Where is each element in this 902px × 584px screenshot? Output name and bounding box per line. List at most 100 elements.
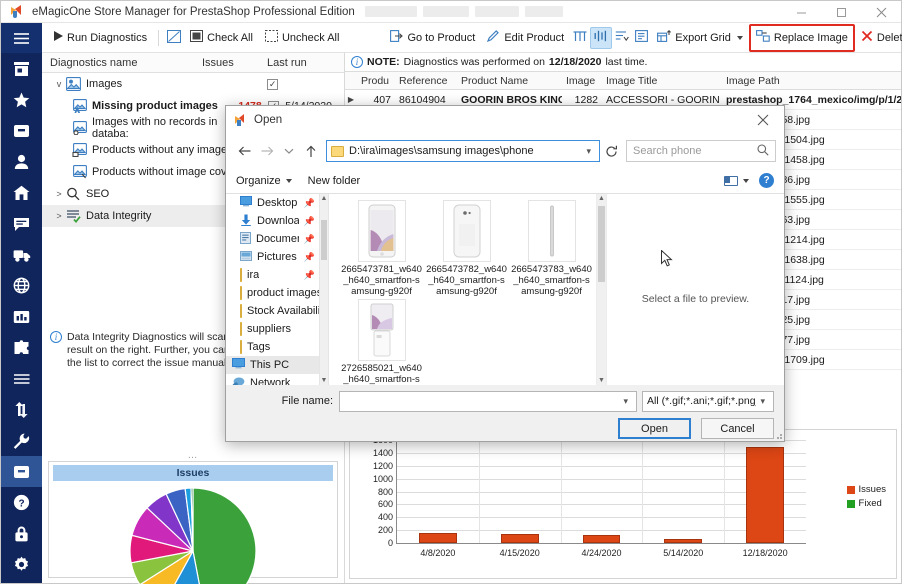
rail-item-shipping[interactable] bbox=[1, 239, 42, 270]
rail-item-statistics[interactable] bbox=[1, 301, 42, 332]
chevron-down-icon[interactable]: ▾ bbox=[756, 396, 769, 407]
expander-icon[interactable]: > bbox=[52, 189, 66, 199]
rail-item-messages[interactable] bbox=[1, 208, 42, 239]
refresh-button[interactable] bbox=[600, 140, 622, 162]
panel-splitter[interactable]: … bbox=[42, 450, 344, 461]
pin-icon[interactable]: 📌 bbox=[304, 252, 315, 263]
resize-grip[interactable] bbox=[774, 431, 782, 439]
place-item-pictures[interactable]: Pictures 📌 bbox=[226, 248, 319, 266]
pin-icon[interactable]: 📌 bbox=[304, 234, 315, 245]
chevron-down-icon[interactable]: ▾ bbox=[582, 146, 595, 157]
dialog-close-button[interactable] bbox=[742, 106, 784, 134]
maximize-button[interactable] bbox=[821, 1, 861, 23]
uncheck-all-button[interactable]: Uncheck All bbox=[259, 27, 345, 49]
file-type-filter[interactable]: All (*.gif;*.ani;*.gif;*.png_old;*.p ▾ bbox=[642, 390, 774, 412]
column-header-image[interactable]: Image bbox=[562, 75, 602, 87]
place-item-product-images[interactable]: product images bbox=[226, 284, 319, 302]
place-item-ira[interactable]: ira 📌 bbox=[226, 266, 319, 284]
scrollbar-thumb[interactable] bbox=[321, 220, 327, 260]
notes-button[interactable] bbox=[632, 27, 651, 49]
close-button[interactable] bbox=[861, 1, 901, 23]
y-axis-tick: 600 bbox=[377, 499, 393, 510]
legend-swatch-issues bbox=[846, 485, 855, 494]
tree-row[interactable]: v Images ✓ bbox=[42, 73, 344, 95]
place-item-this-pc[interactable]: This PC bbox=[226, 356, 319, 374]
dialog-title-bar: Open bbox=[226, 106, 784, 134]
organize-button[interactable]: Organize bbox=[236, 175, 292, 187]
filter-button[interactable] bbox=[612, 27, 632, 49]
rail-item-localization[interactable] bbox=[1, 270, 42, 301]
column-header-product-name[interactable]: Product Name bbox=[457, 75, 562, 87]
replace-image-button[interactable]: Replace Image bbox=[754, 27, 850, 49]
minimize-button[interactable] bbox=[781, 1, 821, 23]
title-bar-blurred-region bbox=[364, 6, 563, 17]
place-item-desktop[interactable]: Desktop 📌 bbox=[226, 194, 319, 212]
column-header-product-id[interactable]: Produ bbox=[357, 75, 395, 87]
export-grid-button[interactable]: Export Grid bbox=[651, 27, 749, 49]
place-item-documents[interactable]: Documents 📌 bbox=[226, 230, 319, 248]
file-item[interactable]: 2726585021_​w640_​h640_​smartfon-samsung… bbox=[341, 299, 422, 396]
rail-item-catalog[interactable] bbox=[1, 115, 42, 146]
place-item-tags[interactable]: Tags bbox=[226, 338, 319, 356]
place-item-network[interactable]: Network bbox=[226, 374, 319, 385]
row-checkbox[interactable]: ✓ bbox=[261, 78, 285, 90]
column-header-image-title[interactable]: Image Title bbox=[602, 75, 722, 87]
recent-locations-button[interactable] bbox=[278, 140, 300, 162]
rail-item-store-diagnostics[interactable] bbox=[1, 456, 42, 487]
rail-item-store[interactable] bbox=[1, 53, 42, 84]
rail-item-preferences[interactable] bbox=[1, 363, 42, 394]
places-scrollbar[interactable]: ▲ ▼ bbox=[320, 194, 329, 385]
open-button[interactable]: Open bbox=[618, 418, 691, 439]
scroll-down-icon[interactable]: ▼ bbox=[320, 377, 328, 384]
application-window: eMagicOne Store Manager for PrestaShop P… bbox=[0, 0, 902, 584]
rail-item-favorites[interactable] bbox=[1, 84, 42, 115]
file-item[interactable]: 2665473781_​w640_​h640_​smartfon-samsung… bbox=[341, 200, 422, 297]
pin-icon[interactable]: 📌 bbox=[304, 198, 315, 209]
columns-button[interactable] bbox=[570, 27, 590, 49]
rail-item-settings[interactable] bbox=[1, 549, 42, 580]
rail-item-modules[interactable] bbox=[1, 332, 42, 363]
back-button[interactable] bbox=[234, 140, 256, 162]
rail-item-security[interactable] bbox=[1, 518, 42, 549]
scrollbar-thumb[interactable] bbox=[598, 206, 605, 282]
place-item-downloads[interactable]: Downloads 📌 bbox=[226, 212, 319, 230]
column-header-reference[interactable]: Reference bbox=[395, 75, 457, 87]
pin-icon[interactable]: 📌 bbox=[304, 216, 315, 227]
expander-icon[interactable]: > bbox=[52, 211, 66, 221]
rail-item-tools[interactable] bbox=[1, 425, 42, 456]
scroll-up-icon[interactable]: ▲ bbox=[597, 195, 606, 202]
run-diagnostics-button[interactable]: Run Diagnostics bbox=[48, 27, 153, 49]
edit-product-button[interactable]: Edit Product bbox=[481, 27, 570, 49]
expander-icon[interactable]: v bbox=[52, 79, 66, 89]
dialog-search-box[interactable]: Search phone bbox=[626, 140, 776, 162]
equalizer-button[interactable] bbox=[590, 26, 613, 49]
change-view-button[interactable] bbox=[724, 175, 749, 186]
new-folder-button[interactable]: New folder bbox=[308, 175, 361, 187]
up-one-level-button[interactable] bbox=[300, 140, 322, 162]
chevron-down-icon[interactable]: ▾ bbox=[619, 396, 632, 407]
cancel-button[interactable]: Cancel bbox=[701, 418, 774, 439]
go-to-product-button[interactable]: Go to Product bbox=[384, 27, 481, 49]
rail-item-import-export[interactable] bbox=[1, 394, 42, 425]
rail-item-customers[interactable] bbox=[1, 146, 42, 177]
help-icon[interactable]: ? bbox=[759, 173, 774, 188]
place-item-suppliers[interactable]: suppliers bbox=[226, 320, 319, 338]
toggle-square-button[interactable] bbox=[164, 27, 184, 49]
file-name-input[interactable]: ▾ bbox=[339, 390, 637, 412]
scroll-down-icon[interactable]: ▼ bbox=[597, 377, 606, 384]
delete-broken-record-button[interactable]: Delete Broken Record bbox=[855, 27, 902, 49]
pin-icon[interactable]: 📌 bbox=[304, 270, 315, 281]
address-bar[interactable]: D:\ira\images\samsung images\phone ▾ bbox=[326, 140, 600, 162]
check-all-button[interactable]: Check All bbox=[184, 27, 259, 49]
forward-button[interactable] bbox=[256, 140, 278, 162]
file-list-scrollbar[interactable]: ▲ ▼ bbox=[596, 194, 606, 385]
rail-item-help[interactable]: ? bbox=[1, 487, 42, 518]
file-item[interactable]: 2665473782_​w640_​h640_​smartfon-samsung… bbox=[426, 200, 507, 297]
rail-item-home[interactable] bbox=[1, 177, 42, 208]
rail-item-menu[interactable] bbox=[1, 23, 42, 53]
place-item-stock-availability[interactable]: Stock Availability bbox=[226, 302, 319, 320]
scroll-up-icon[interactable]: ▲ bbox=[320, 195, 328, 202]
preview-pane: Select a file to preview. bbox=[606, 194, 784, 385]
file-item[interactable]: 2665473783_​w640_​h640_​smartfon-samsung… bbox=[511, 200, 592, 297]
column-header-image-path[interactable]: Image Path bbox=[722, 75, 901, 87]
